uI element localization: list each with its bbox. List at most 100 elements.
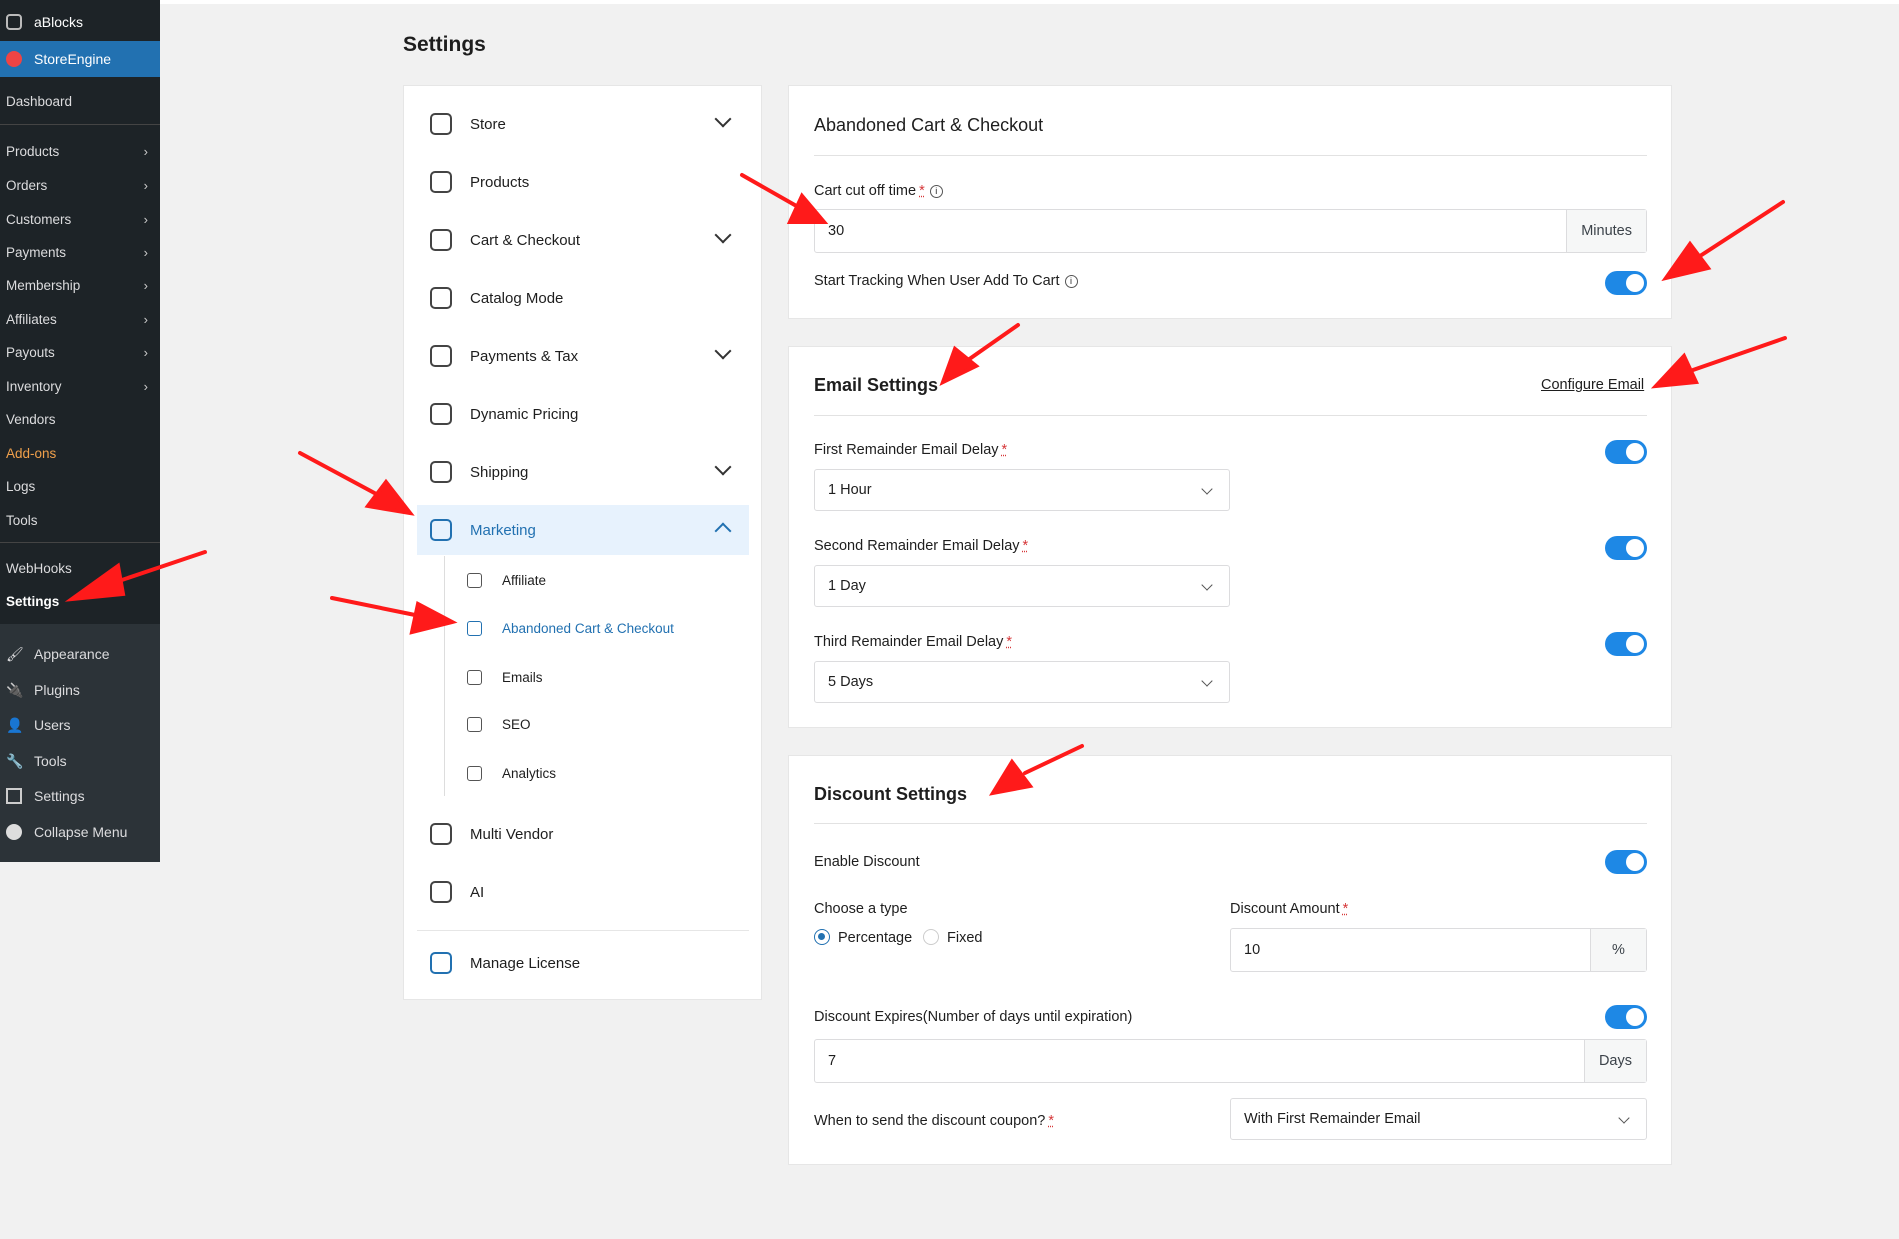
expires-input[interactable]: 7 Days: [814, 1039, 1647, 1083]
discount-title: Discount Settings: [814, 784, 968, 804]
sliders-icon: [6, 788, 22, 804]
wrench-icon: 🔧: [6, 753, 24, 769]
chevron-right-icon: ›: [143, 311, 148, 327]
storeengine-icon: [6, 51, 22, 67]
menu-payments[interactable]: Payments ›: [6, 242, 156, 262]
third-delay-select[interactable]: 5 Days: [814, 661, 1230, 703]
type-label: Choose a type: [814, 901, 908, 917]
radio-percentage[interactable]: Percentage: [814, 929, 912, 946]
third-delay-toggle[interactable]: [1605, 632, 1647, 656]
menu-logs[interactable]: Logs: [6, 476, 156, 496]
menu-affiliates[interactable]: Affiliates ›: [6, 309, 156, 329]
first-delay-toggle[interactable]: [1605, 440, 1647, 464]
chevron-right-icon: ›: [143, 211, 148, 227]
store-icon: [430, 113, 452, 135]
send-coupon-select[interactable]: With First Remainder Email: [1230, 1098, 1647, 1140]
ablocks-icon: [6, 14, 22, 30]
nav-products[interactable]: Products: [417, 157, 749, 207]
menu-settings[interactable]: Settings: [6, 591, 156, 611]
nav-store[interactable]: Store: [417, 99, 749, 149]
menu-storeengine[interactable]: StoreEngine: [0, 41, 160, 77]
subnav-seo[interactable]: SEO: [467, 709, 531, 739]
expires-toggle[interactable]: [1605, 1005, 1647, 1029]
nav-multi-vendor[interactable]: Multi Vendor: [417, 809, 749, 859]
menu-inventory[interactable]: Inventory ›: [6, 376, 156, 396]
email-card: Email Settings Configure Email First Rem…: [788, 346, 1672, 728]
menu-orders[interactable]: Orders ›: [6, 175, 156, 195]
email-title: Email Settings: [814, 375, 939, 395]
menu-vendors[interactable]: Vendors: [6, 409, 156, 429]
chevron-right-icon: ›: [143, 344, 148, 360]
second-delay-toggle[interactable]: [1605, 536, 1647, 560]
nav-manage-license[interactable]: Manage License: [417, 938, 749, 988]
abandoned-card: Abandoned Cart & Checkout Cart cut off t…: [788, 85, 1672, 319]
affiliate-icon: [467, 572, 482, 588]
menu-collapse[interactable]: Collapse Menu: [0, 821, 160, 843]
vendor-icon: [430, 823, 452, 845]
nav-dynamic-pricing[interactable]: Dynamic Pricing: [417, 389, 749, 439]
wp-admin-sidebar: aBlocks StoreEngine Dashboard Products › …: [0, 0, 160, 862]
box-icon: [430, 171, 452, 193]
nav-catalog-mode[interactable]: Catalog Mode: [417, 273, 749, 323]
menu-products[interactable]: Products ›: [6, 141, 156, 161]
collapse-icon: [6, 824, 22, 840]
menu-dashboard[interactable]: Dashboard: [6, 91, 156, 111]
amount-label: Discount Amount *: [1230, 901, 1349, 917]
chevron-up-icon: [714, 522, 732, 540]
menu-tools[interactable]: Tools: [6, 510, 156, 530]
menu-appearance[interactable]: 🖌 Appearance: [0, 643, 160, 665]
chevron-right-icon: ›: [143, 277, 148, 293]
cutoff-label: Cart cut off time * i: [814, 183, 943, 199]
chart-icon: [430, 519, 452, 541]
nav-cart-checkout[interactable]: Cart & Checkout: [417, 215, 749, 265]
divider: [814, 823, 1647, 824]
menu-wp-settings[interactable]: Settings: [0, 785, 160, 807]
subnav-affiliate[interactable]: Affiliate: [467, 565, 546, 595]
required-marker: *: [1342, 901, 1349, 917]
menu-addons[interactable]: Add-ons: [6, 443, 156, 463]
menu-customers[interactable]: Customers ›: [6, 209, 156, 229]
nav-payments-tax[interactable]: Payments & Tax: [417, 331, 749, 381]
license-icon: [430, 952, 452, 974]
amount-unit: %: [1590, 929, 1646, 971]
tracking-toggle[interactable]: [1605, 271, 1647, 295]
analytics-icon: [467, 765, 482, 781]
configure-email-link[interactable]: Configure Email: [1541, 377, 1644, 393]
divider: [814, 155, 1647, 156]
cart-icon: [467, 620, 482, 636]
nav-ai[interactable]: AI: [417, 867, 749, 917]
nav-marketing[interactable]: Marketing: [417, 505, 749, 555]
seo-icon: [467, 716, 482, 732]
tracking-label: Start Tracking When User Add To Cart i: [814, 273, 1078, 289]
menu-membership[interactable]: Membership ›: [6, 275, 156, 295]
enable-discount-toggle[interactable]: [1605, 850, 1647, 874]
menu-ablocks[interactable]: aBlocks: [0, 10, 160, 34]
second-delay-label: Second Remainder Email Delay *: [814, 538, 1029, 554]
subnav-abandoned-cart[interactable]: Abandoned Cart & Checkout: [467, 613, 674, 643]
nav-shipping[interactable]: Shipping: [417, 447, 749, 497]
chevron-down-icon: [714, 458, 732, 476]
menu-wp-tools[interactable]: 🔧 Tools: [0, 750, 160, 772]
top-bar: [160, 0, 1899, 4]
cutoff-unit: Minutes: [1566, 210, 1646, 252]
second-delay-select[interactable]: 1 Day: [814, 565, 1230, 607]
chevron-right-icon: ›: [143, 143, 148, 159]
required-marker: *: [1048, 1113, 1055, 1129]
first-delay-select[interactable]: 1 Hour: [814, 469, 1230, 511]
subnav-emails[interactable]: Emails: [467, 662, 543, 692]
menu-plugins[interactable]: 🔌 Plugins: [0, 679, 160, 701]
page-title: Settings: [403, 33, 486, 56]
chevron-down-icon: [714, 226, 732, 244]
amount-input[interactable]: 10%: [1230, 928, 1647, 972]
chevron-down-icon: [714, 110, 732, 128]
required-marker: *: [1001, 442, 1008, 458]
payment-icon: [430, 345, 452, 367]
cutoff-input[interactable]: 30 Minutes: [814, 209, 1647, 253]
menu-webhooks[interactable]: WebHooks: [6, 558, 156, 578]
menu-payouts[interactable]: Payouts ›: [6, 342, 156, 362]
radio-fixed[interactable]: Fixed: [923, 929, 982, 946]
menu-users[interactable]: 👤 Users: [0, 714, 160, 736]
tag-icon: [430, 403, 452, 425]
subnav-analytics[interactable]: Analytics: [467, 758, 556, 788]
arrow-to-marketing: [298, 451, 382, 498]
